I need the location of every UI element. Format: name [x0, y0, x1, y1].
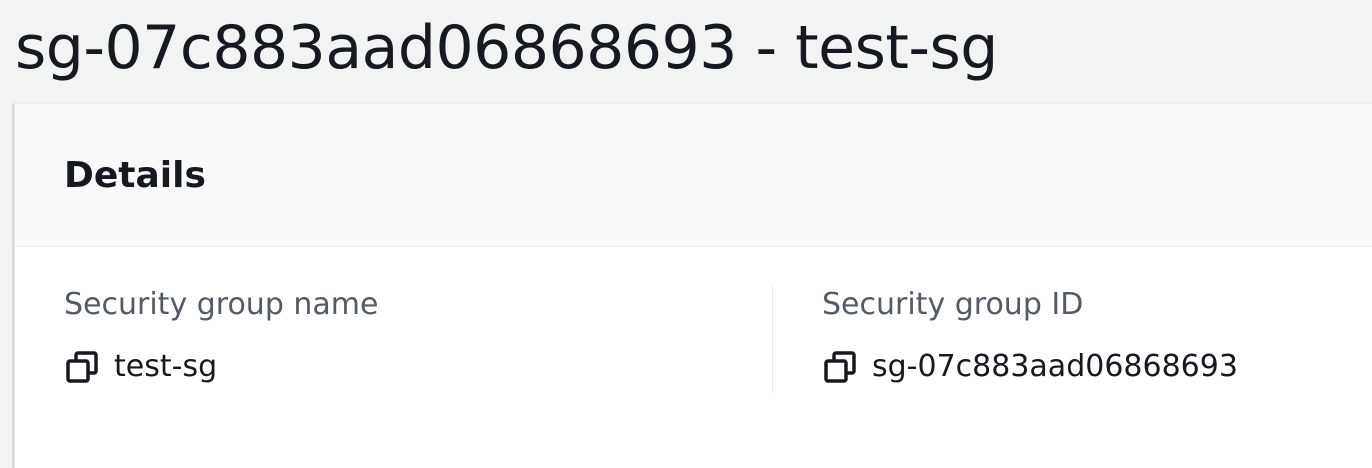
security-group-name-field: Security group name test-sg	[64, 285, 772, 393]
details-panel-title: Details	[64, 155, 206, 196]
security-group-id-field: Security group ID sg-07c883aad06868693	[772, 285, 1372, 393]
details-panel: Details Security group name test-sg Secu…	[14, 103, 1372, 468]
copy-icon[interactable]	[64, 349, 100, 385]
details-panel-header: Details	[15, 104, 1372, 247]
security-group-name-value: test-sg	[114, 349, 218, 384]
copy-icon[interactable]	[822, 349, 858, 385]
copy-icon-graphic	[66, 351, 98, 383]
security-group-id-label: Security group ID	[822, 287, 1084, 322]
security-group-id-value: sg-07c883aad06868693	[872, 349, 1238, 384]
security-group-id-value-row: sg-07c883aad06868693	[822, 347, 1372, 387]
security-group-name-value-row: test-sg	[64, 347, 772, 387]
page-title: sg-07c883aad06868693 - test-sg	[15, 13, 998, 83]
page: sg-07c883aad06868693 - test-sg Details S…	[0, 0, 1372, 468]
details-panel-body: Security group name test-sg Security gro…	[15, 247, 1372, 468]
security-group-name-label: Security group name	[64, 287, 379, 322]
copy-icon-graphic	[824, 351, 856, 383]
